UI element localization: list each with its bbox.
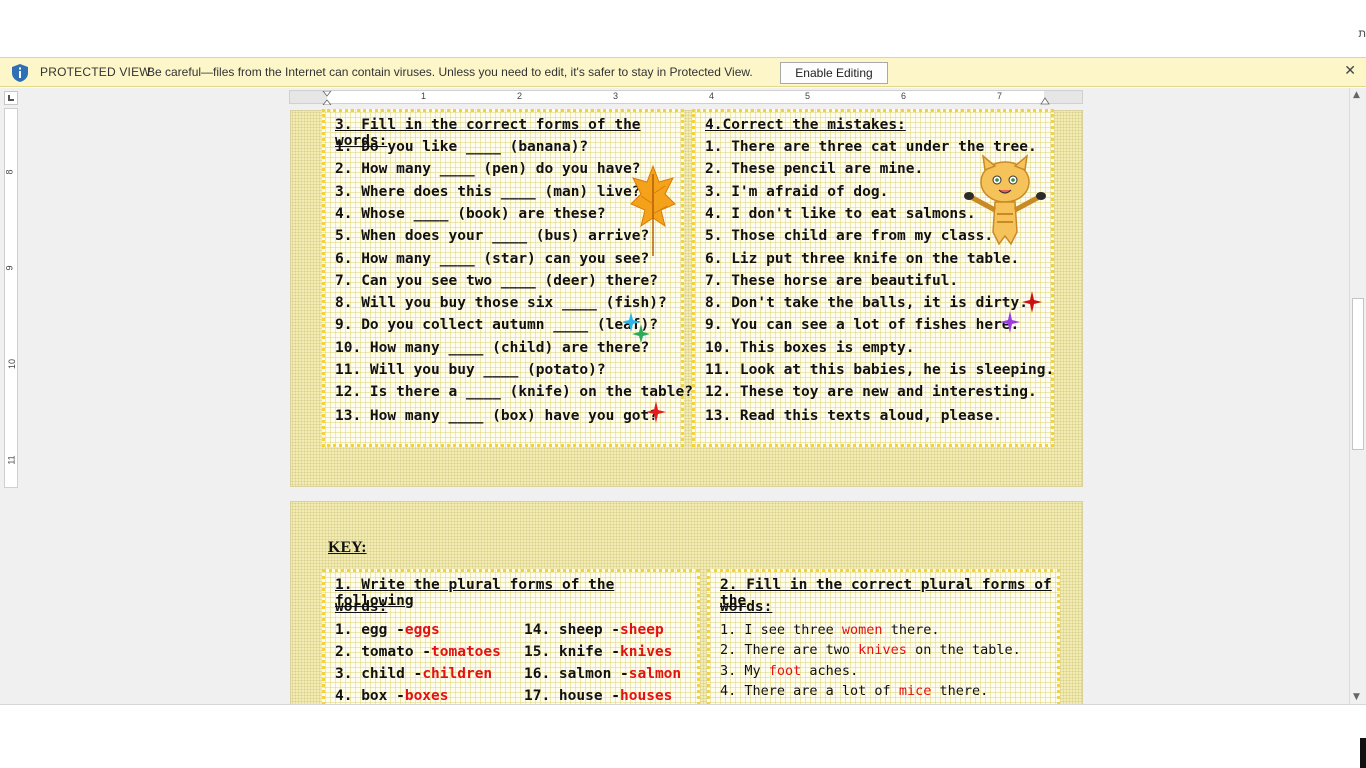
key-1-heading: words: [335, 599, 388, 615]
ruler-number: 3 [613, 91, 619, 101]
ruler-tab-icon[interactable] [4, 91, 18, 105]
list-item: 8. Don't take the balls, it is dirty. [705, 295, 1029, 311]
scrollbar-thumb[interactable] [1352, 298, 1364, 450]
scroll-up-icon[interactable]: ▲ [1353, 90, 1360, 100]
list-item: 11. Look at this babies, he is sleeping. [705, 362, 1055, 378]
enable-editing-button[interactable]: Enable Editing [780, 62, 888, 84]
scroll-down-icon[interactable]: ▼ [1353, 692, 1360, 702]
window-titlebar: ת [0, 0, 1366, 57]
indent-marker-icon[interactable] [322, 91, 332, 105]
key-2-heading: words: [720, 599, 773, 615]
list-item: 13. Read this texts aloud, please. [705, 408, 1002, 424]
titlebar-glyph: ת [1358, 28, 1366, 40]
vertical-scrollbar[interactable]: ▲ ▼ [1349, 88, 1366, 704]
list-item: 11. Will you buy ____ (potato)? [335, 362, 606, 378]
exercise-3-box: 3. Fill in the correct forms of the word… [322, 109, 693, 447]
protected-view-message: Be careful—files from the Internet can c… [147, 65, 753, 79]
list-item: 3. child -children [335, 666, 493, 682]
list-item: 5. Those child are from my class. [705, 228, 994, 244]
list-item: 4. Whose ____ (book) are these? [335, 206, 606, 222]
list-item: 3. I'm afraid of dog. [705, 184, 889, 200]
list-item: 1. Do you like ____ (banana)? [335, 139, 589, 155]
list-item: 8. Will you buy those six ____ (fish)? [335, 295, 667, 311]
sparkle-icon [646, 401, 666, 423]
ruler-number: 2 [517, 91, 523, 101]
key-2-box: 2. Fill in the correct plural forms of t… [707, 569, 1060, 704]
list-item: 1. I see three women there. [720, 622, 940, 638]
ruler-number: 8 [4, 169, 15, 175]
sparkle-icon [1000, 311, 1020, 333]
ruler-number: 7 [997, 91, 1003, 101]
list-item: 2. tomato -tomatoes [335, 644, 501, 660]
ruler-number: 5 [805, 91, 811, 101]
ruler-number: 6 [901, 91, 907, 101]
list-item: 1. egg -eggs [335, 622, 440, 638]
list-item: 9. Do you collect autumn ____ (leaf)? [335, 317, 659, 333]
list-item: 17. house -houses [524, 688, 673, 704]
list-item: 9. You can see a lot of fishes here. [705, 317, 1020, 333]
sparkle-icon [623, 312, 650, 343]
list-item: 2. How many ____ (pen) do you have? [335, 161, 641, 177]
list-item: 2. There are two knives on the table. [720, 642, 1021, 658]
list-item: 15. knife -knives [524, 644, 673, 660]
window-edge [1360, 738, 1366, 768]
horizontal-ruler[interactable]: 1 2 3 4 5 6 7 [289, 90, 1083, 105]
list-item: 10. How many ____ (child) are there? [335, 340, 650, 356]
vertical-ruler[interactable]: 8 9 10 11 [4, 108, 18, 488]
list-item: 7. These horse are beautiful. [705, 273, 959, 289]
ruler-number: 10 [7, 358, 18, 370]
status-area [0, 704, 1366, 768]
list-item: 14. sheep -sheep [524, 622, 664, 638]
close-icon[interactable]: ✕ [1344, 63, 1356, 79]
list-item: 12. These toy are new and interesting. [705, 384, 1037, 400]
sparkle-icon [1022, 291, 1042, 313]
list-item: 3. My foot aches. [720, 663, 859, 679]
autumn-leaf-icon [630, 164, 676, 256]
cat-icon [964, 154, 1046, 246]
key-1-heading: 1. Write the plural forms of the followi… [335, 577, 615, 609]
list-item: 7. Can you see two ____ (deer) there? [335, 273, 659, 289]
list-item: 3. Where does this ____ (man) live? [335, 184, 641, 200]
list-item: 10. This boxes is empty. [705, 340, 915, 356]
list-item: 4. box -boxes [335, 688, 449, 704]
exercise-4-box: 4.Correct the mistakes: 1. There are thr… [692, 109, 1054, 447]
exercise-4-heading: 4.Correct the mistakes: [705, 117, 906, 133]
list-item: 16. salmon -salmon [524, 666, 682, 682]
ruler-number: 11 [6, 455, 17, 465]
key-title: KEY: [328, 539, 367, 556]
key-1-box: 1. Write the plural forms of the followi… [322, 569, 700, 704]
list-item: 4. There are a lot of mice there. [720, 683, 989, 699]
protected-view-bar: PROTECTED VIEW Be careful—files from the… [0, 57, 1366, 87]
list-item: 2. These pencil are mine. [705, 161, 924, 177]
right-indent-marker-icon[interactable] [1040, 93, 1050, 105]
ruler-number: 1 [421, 91, 427, 101]
list-item: 5. When does your ____ (bus) arrive? [335, 228, 650, 244]
list-item: 13. How many ____ (box) have you got? [335, 408, 659, 424]
document-workspace: 1 2 3 4 5 6 7 8 9 10 11 3. Fill in the c… [0, 88, 1366, 704]
document-page: KEY: 1. Write the plural forms of the fo… [290, 501, 1083, 704]
list-item: 4. I don't like to eat salmons. [705, 206, 976, 222]
document-page: 3. Fill in the correct forms of the word… [290, 109, 1083, 487]
list-item: 6. How many ____ (star) can you see? [335, 251, 650, 267]
info-shield-icon [12, 64, 28, 82]
ruler-number: 4 [709, 91, 715, 101]
ruler-number: 9 [4, 265, 15, 271]
protected-view-title: PROTECTED VIEW [40, 65, 151, 79]
list-item: 12. Is there a ____ (knife) on the table… [335, 384, 693, 400]
